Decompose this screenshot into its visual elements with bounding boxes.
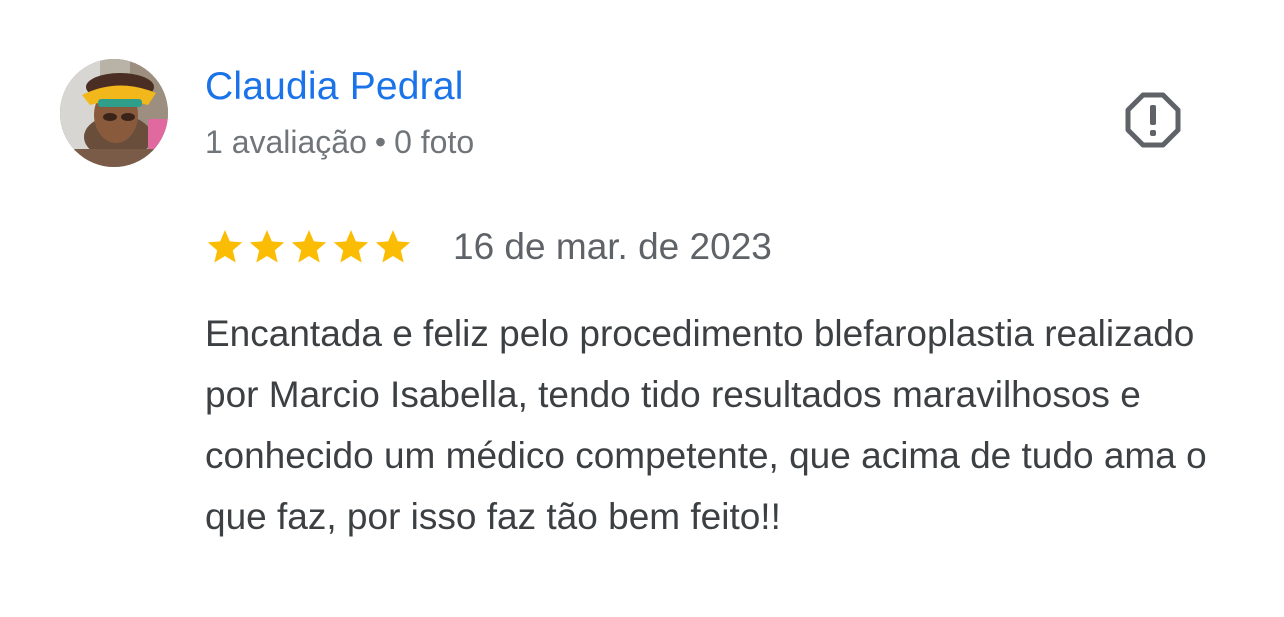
report-flag-icon bbox=[1125, 92, 1181, 148]
author-stats: 1 avaliação • 0 foto bbox=[205, 122, 474, 162]
author-name-link[interactable]: Claudia Pedral bbox=[205, 64, 464, 110]
star-icon bbox=[207, 230, 243, 263]
star-icon bbox=[333, 230, 369, 263]
review-count: 1 avaliação bbox=[205, 124, 367, 160]
avatar-image bbox=[60, 59, 168, 167]
rating-row: 16 de mar. de 2023 bbox=[205, 222, 772, 272]
star-icon bbox=[375, 230, 411, 263]
review-text: Encantada e feliz pelo procedimento blef… bbox=[205, 313, 1207, 537]
star-icon bbox=[249, 230, 285, 263]
author-avatar[interactable] bbox=[60, 59, 168, 167]
review-date: 16 de mar. de 2023 bbox=[453, 226, 772, 267]
meta-separator: • bbox=[374, 124, 387, 160]
report-review-button[interactable] bbox=[1124, 91, 1182, 149]
photo-count: 0 foto bbox=[394, 124, 475, 160]
review-card: Claudia Pedral 1 avaliação • 0 foto 16 de … bbox=[0, 0, 1284, 617]
star-rating bbox=[205, 227, 415, 267]
star-icon bbox=[291, 230, 327, 263]
